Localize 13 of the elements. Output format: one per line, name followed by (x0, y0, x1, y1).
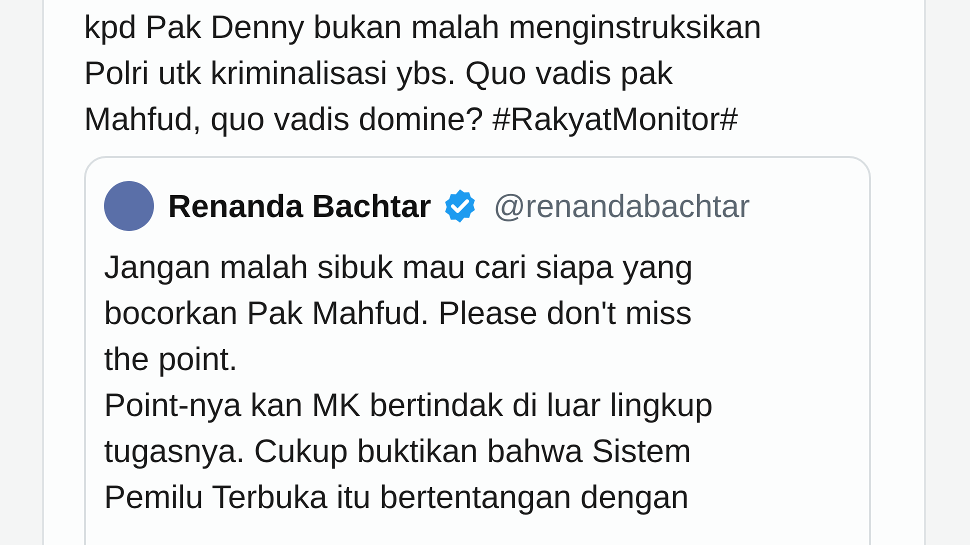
tweet-text-line: Mahfud, quo vadis domine? #RakyatMonitor# (84, 100, 739, 139)
quoted-text-line: Pemilu Terbuka itu bertentangan dengan (104, 478, 690, 517)
avatar-placeholder (104, 181, 154, 231)
quoted-tweet-card[interactable] (84, 156, 871, 545)
tweet-text-line: kpd Pak Denny bukan malah menginstruksikan (84, 8, 762, 47)
quoted-text-line: tugasnya. Cukup buktikan bahwa Sistem (104, 432, 692, 471)
quoted-text-line: Point-nya kan MK bertindak di luar lingkup (104, 386, 714, 425)
quoted-text-line: the point. (104, 340, 239, 379)
author-name: Renanda Bachtar (168, 188, 432, 224)
quoted-text-line: bocorkan Pak Mahfud. Please don't miss (104, 294, 693, 333)
quoted-text-line: Jangan malah sibuk mau cari siapa yang (104, 248, 694, 287)
author-handle: @renandabachtar (493, 188, 750, 224)
tweet-text-line: Polri utk kriminalisasi ybs. Quo vadis pak (84, 54, 674, 93)
